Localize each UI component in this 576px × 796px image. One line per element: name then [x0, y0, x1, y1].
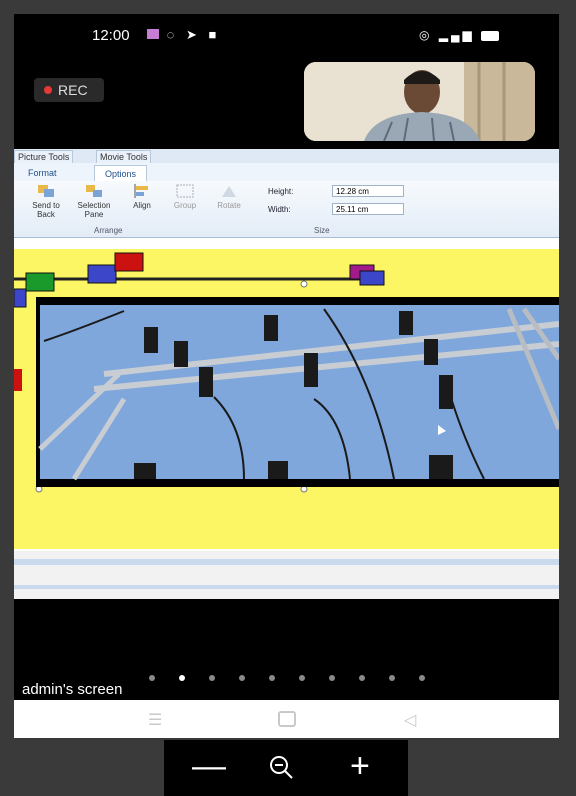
send-to-back-button[interactable]: Send to Back [24, 183, 68, 219]
align-label: Align [133, 201, 151, 210]
align-icon [134, 184, 148, 198]
page-dot-active[interactable] [179, 675, 185, 681]
notes-area [14, 551, 559, 599]
page-dot[interactable] [269, 675, 275, 681]
send-to-back-label: Send to Back [32, 201, 60, 219]
page-dot[interactable] [299, 675, 305, 681]
whatsapp-icon: ◌ [166, 27, 179, 42]
slide-canvas[interactable] [14, 249, 559, 549]
rotate-button[interactable]: Rotate [210, 183, 248, 210]
ribbon-body: Send to Back Selection Pane Align Group … [14, 181, 559, 238]
recent-apps-icon[interactable]: ☰ [148, 710, 162, 730]
page-dot[interactable] [209, 675, 215, 681]
group-label: Group [173, 201, 197, 210]
record-dot-icon [44, 86, 52, 94]
blue-block [359, 270, 385, 286]
video-icon: ■ [208, 27, 221, 42]
group-button[interactable]: Group [166, 183, 204, 210]
selection-pane-icon [86, 185, 102, 197]
red-block [14, 369, 22, 391]
rotate-icon [222, 186, 236, 197]
tab-options[interactable]: Options [94, 165, 148, 182]
slide-drawing [14, 252, 559, 493]
telegram-icon: ➤ [185, 27, 201, 42]
system-icons: ◎ ▂▄▆ [419, 28, 500, 42]
green-block [25, 272, 55, 292]
recording-indicator: REC [34, 78, 104, 102]
selection-pane-button[interactable]: Selection Pane [72, 183, 116, 219]
home-icon[interactable] [278, 711, 296, 727]
page-dot[interactable] [329, 675, 335, 681]
signal-icon: ▂▄▆ [438, 28, 475, 42]
status-time: 12:00 [92, 27, 130, 44]
zoom-controls: — + [164, 740, 408, 796]
width-label: Width: [268, 205, 291, 214]
battery-icon [481, 30, 500, 41]
ribbon-sub-tabs: Format Options [14, 163, 559, 182]
page-dot[interactable] [359, 675, 365, 681]
blue-block [87, 264, 117, 284]
page-dot[interactable] [239, 675, 245, 681]
tab-movie-tools[interactable]: Movie Tools [96, 150, 152, 163]
location-icon: ◎ [419, 28, 433, 42]
participant-video[interactable] [304, 62, 535, 141]
selection-pane-label: Selection Pane [77, 201, 111, 219]
page-dot[interactable] [389, 675, 395, 681]
page-dot[interactable] [419, 675, 425, 681]
rotate-label: Rotate [217, 201, 241, 210]
zoom-icon[interactable] [268, 754, 294, 780]
tab-format[interactable]: Format [18, 165, 67, 181]
shared-screen: Picture Tools Movie Tools Format Options… [14, 149, 559, 599]
width-field[interactable]: 25.11 cm [332, 203, 404, 215]
android-nav-bar: ☰ ◁ [14, 700, 559, 738]
height-label: Height: [268, 187, 294, 196]
page-dot[interactable] [149, 675, 155, 681]
back-icon[interactable]: ◁ [404, 710, 416, 730]
phone-screen: 12:00 ◌ ➤ ■ ◎ ▂▄▆ REC Picture Tools Movi… [14, 14, 559, 738]
gallery-icon [147, 29, 159, 39]
screen-share-caption: admin's screen [22, 681, 123, 698]
red-block [114, 252, 144, 272]
status-bar: 12:00 ◌ ➤ ■ ◎ ▂▄▆ [14, 14, 559, 54]
page-indicator[interactable] [148, 674, 448, 682]
align-button[interactable]: Align [124, 183, 160, 210]
ribbon-context-tabs: Picture Tools Movie Tools [14, 149, 559, 163]
notification-icons: ◌ ➤ ■ [147, 27, 220, 43]
tab-picture-tools[interactable]: Picture Tools [14, 150, 74, 163]
height-field[interactable]: 12.28 cm [332, 185, 404, 197]
group-icon [176, 184, 194, 198]
participant-image [304, 62, 535, 141]
zoom-out-button[interactable]: — [192, 748, 226, 784]
blue-block [14, 288, 27, 308]
zoom-in-button[interactable]: + [350, 748, 370, 784]
arrange-group-label: Arrange [94, 226, 123, 235]
size-group-label: Size [314, 226, 330, 235]
recording-label: REC [58, 82, 88, 98]
send-to-back-icon [38, 185, 54, 197]
resize-handle [300, 280, 308, 288]
